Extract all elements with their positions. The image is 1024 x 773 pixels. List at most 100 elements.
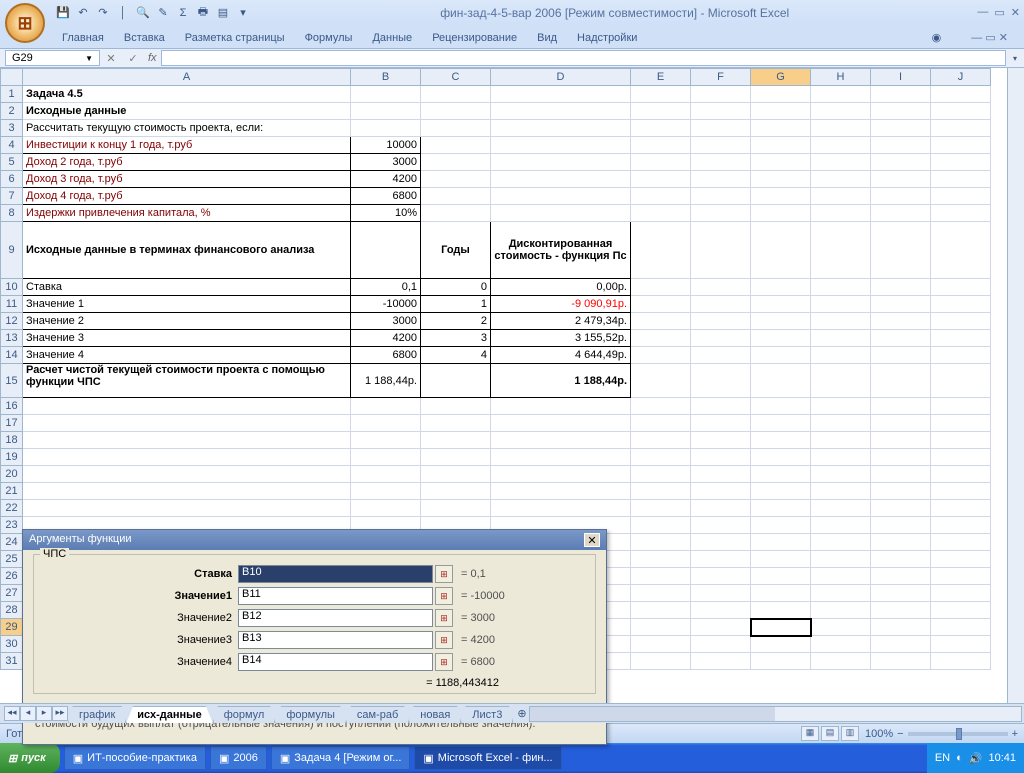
cell[interactable] <box>751 415 811 432</box>
cell[interactable]: 3 <box>421 330 491 347</box>
cell[interactable]: Издержки привлечения капитала, % <box>23 205 351 222</box>
cell[interactable] <box>811 449 871 466</box>
cell[interactable]: 0,00р. <box>491 279 631 296</box>
cell[interactable] <box>811 188 871 205</box>
cell[interactable] <box>931 296 991 313</box>
cell[interactable] <box>631 330 691 347</box>
cell[interactable] <box>691 602 751 619</box>
name-box-dropdown-icon[interactable]: ▼ <box>85 54 93 63</box>
cell[interactable]: 2 479,34р. <box>491 313 631 330</box>
office-button[interactable]: ⊞ <box>5 3 45 43</box>
cell[interactable] <box>631 364 691 398</box>
row-header[interactable]: 13 <box>1 330 23 347</box>
cell[interactable] <box>631 222 691 279</box>
row-header[interactable]: 3 <box>1 120 23 137</box>
cell[interactable] <box>871 103 931 120</box>
cell[interactable] <box>631 137 691 154</box>
cell[interactable] <box>631 313 691 330</box>
cell[interactable] <box>491 86 631 103</box>
cell[interactable] <box>811 296 871 313</box>
cell[interactable] <box>871 330 931 347</box>
cell[interactable] <box>351 449 421 466</box>
tray-icon[interactable]: ◐ <box>956 752 963 764</box>
cell[interactable] <box>811 171 871 188</box>
cell[interactable] <box>751 432 811 449</box>
cell[interactable] <box>691 279 751 296</box>
cell[interactable] <box>751 313 811 330</box>
cell[interactable]: Доход 4 года, т.руб <box>23 188 351 205</box>
tab-nav-next[interactable]: ▸ <box>36 706 52 721</box>
cell[interactable]: Расчет чистой текущей стоимости проекта … <box>23 364 351 398</box>
cell[interactable] <box>691 432 751 449</box>
cell[interactable] <box>691 330 751 347</box>
cell[interactable] <box>811 279 871 296</box>
cell[interactable] <box>931 636 991 653</box>
cell[interactable] <box>351 415 421 432</box>
cell[interactable] <box>631 602 691 619</box>
help-icon[interactable]: ◉ <box>922 27 952 48</box>
cell[interactable] <box>811 205 871 222</box>
row-header[interactable]: 9 <box>1 222 23 279</box>
row-header[interactable]: 6 <box>1 171 23 188</box>
cell[interactable]: Рассчитать текущую стоимость проекта, ес… <box>23 120 351 137</box>
cell[interactable] <box>631 398 691 415</box>
cell[interactable] <box>491 205 631 222</box>
cell[interactable] <box>691 313 751 330</box>
cell[interactable] <box>691 517 751 534</box>
cell[interactable] <box>691 86 751 103</box>
cell[interactable] <box>811 466 871 483</box>
cell[interactable] <box>491 154 631 171</box>
enter-formula-icon[interactable]: ✓ <box>122 52 144 65</box>
cell[interactable] <box>631 585 691 602</box>
cell[interactable] <box>931 222 991 279</box>
cancel-formula-icon[interactable]: ✕ <box>100 52 122 65</box>
cell[interactable] <box>421 449 491 466</box>
cell[interactable] <box>23 432 351 449</box>
cell[interactable] <box>421 188 491 205</box>
cell[interactable] <box>631 120 691 137</box>
ribbon-tab[interactable]: Рецензирование <box>422 28 527 48</box>
ribbon-tab[interactable]: Надстройки <box>567 28 647 48</box>
row-header[interactable]: 24 <box>1 534 23 551</box>
cell[interactable] <box>751 568 811 585</box>
cell[interactable] <box>751 619 811 636</box>
cell[interactable] <box>931 398 991 415</box>
cell[interactable] <box>751 347 811 364</box>
cell[interactable] <box>631 449 691 466</box>
row-header[interactable]: 19 <box>1 449 23 466</box>
cell[interactable] <box>931 619 991 636</box>
cell[interactable]: Доход 2 года, т.руб <box>23 154 351 171</box>
ribbon-tab[interactable]: Данные <box>362 28 422 48</box>
cell[interactable]: Значение 2 <box>23 313 351 330</box>
row-header[interactable]: 2 <box>1 103 23 120</box>
cell[interactable] <box>631 500 691 517</box>
ribbon-tab[interactable]: Разметка страницы <box>175 28 295 48</box>
cell[interactable] <box>931 279 991 296</box>
cell[interactable] <box>871 517 931 534</box>
cell[interactable] <box>631 279 691 296</box>
dialog-close-button[interactable]: ✕ <box>584 533 600 547</box>
row-header[interactable]: 26 <box>1 568 23 585</box>
row-header[interactable]: 23 <box>1 517 23 534</box>
cell[interactable] <box>421 120 491 137</box>
cell[interactable] <box>931 653 991 670</box>
cell[interactable] <box>631 534 691 551</box>
cell[interactable] <box>691 619 751 636</box>
cell[interactable] <box>691 500 751 517</box>
cell[interactable] <box>931 432 991 449</box>
cell[interactable] <box>691 154 751 171</box>
cell[interactable] <box>811 222 871 279</box>
vertical-scrollbar[interactable] <box>1007 68 1024 703</box>
cell[interactable] <box>351 432 421 449</box>
preview-icon[interactable]: ▤ <box>214 4 232 22</box>
cell[interactable] <box>421 398 491 415</box>
cell[interactable]: -9 090,91р. <box>491 296 631 313</box>
taskbar-item[interactable]: ▣Microsoft Excel - фин... <box>414 746 561 770</box>
cell[interactable] <box>871 398 931 415</box>
row-header[interactable]: 14 <box>1 347 23 364</box>
cell[interactable] <box>631 483 691 500</box>
cell[interactable] <box>931 205 991 222</box>
cell[interactable] <box>871 432 931 449</box>
row-header[interactable]: 18 <box>1 432 23 449</box>
cell[interactable]: Значение 3 <box>23 330 351 347</box>
